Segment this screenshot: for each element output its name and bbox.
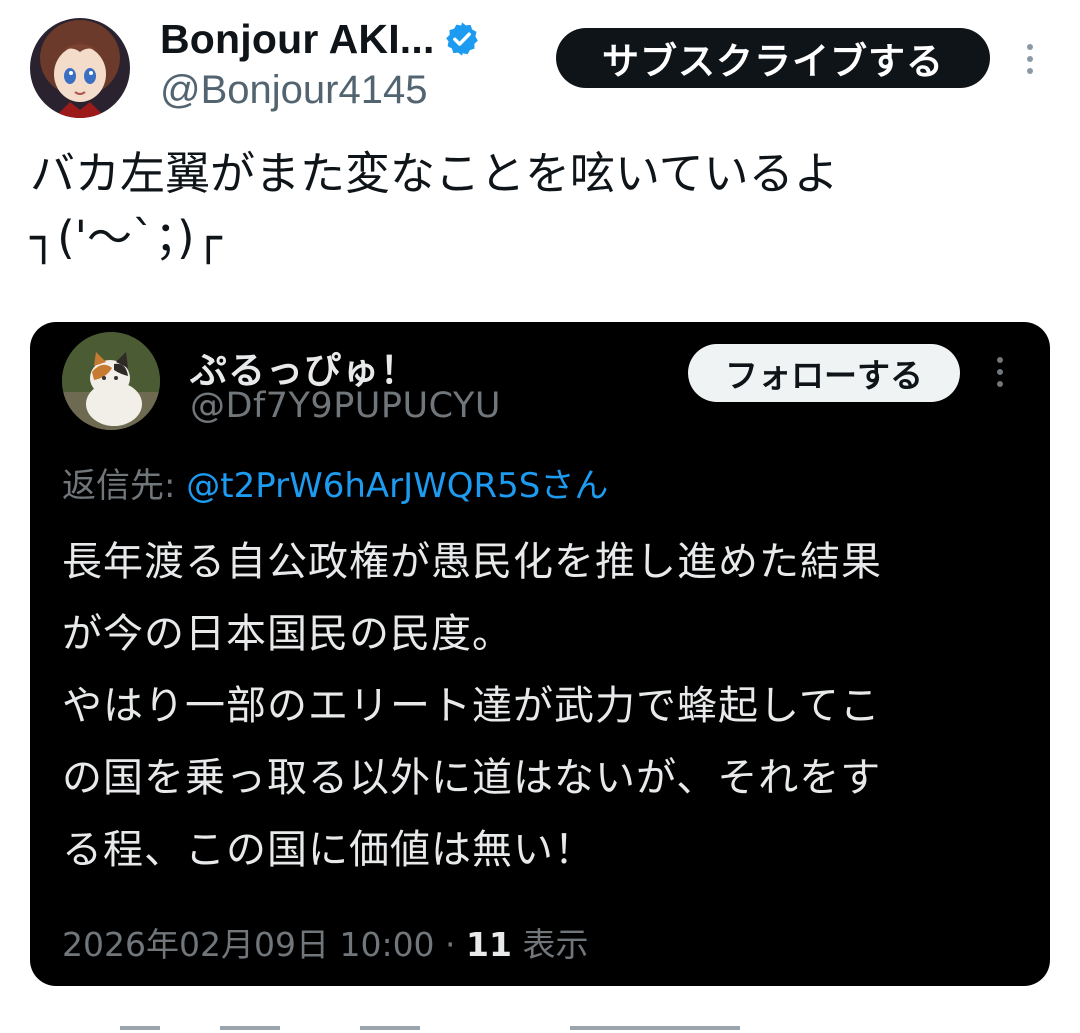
author-display-name[interactable]: Bonjour AKI...	[160, 16, 435, 63]
more-vertical-icon[interactable]	[1018, 40, 1042, 80]
author-handle[interactable]: @Bonjour4145	[160, 68, 481, 113]
tweet-text: バカ左翼がまた変なことを呟いているよ ┐('〜`；)┌	[30, 147, 839, 264]
avatar-image	[30, 18, 130, 118]
reply-context: 返信先: @t2PrW6hArJWQR5Sさん	[62, 458, 608, 507]
author-avatar[interactable]	[30, 18, 130, 118]
quoted-post-meta: 2026年02月09日 10:00 · 11 表示	[62, 918, 588, 966]
quoted-author-avatar[interactable]	[62, 332, 160, 430]
quoted-more-vertical-icon[interactable]	[990, 354, 1010, 390]
quoted-post-card[interactable]: ぷるっぴゅ！ @Df7Y9PUPUCYU フォローする 返信先: @t2PrW6…	[30, 322, 1050, 986]
author-name-block: Bonjour AKI... @Bonjour4145	[160, 14, 481, 113]
subscribe-button[interactable]: サブスクライブする	[556, 28, 990, 88]
footer-cutoff	[30, 1018, 1050, 1033]
footer-cutoff-glyphs	[120, 1026, 740, 1030]
cat-avatar-image	[62, 332, 160, 430]
quoted-timestamp[interactable]: 2026年02月09日 10:00 ·	[62, 925, 466, 964]
quoted-handle[interactable]: @Df7Y9PUPUCYU	[190, 386, 501, 426]
reply-target-link[interactable]: @t2PrW6hArJWQR5Sさん	[186, 466, 608, 506]
verified-badge-icon[interactable]	[443, 20, 481, 58]
views-label: 表示	[511, 925, 589, 964]
reply-prefix: 返信先:	[62, 466, 187, 506]
views-count: 11	[466, 925, 512, 964]
follow-button[interactable]: フォローする	[688, 344, 960, 402]
display-name-row: Bonjour AKI...	[160, 14, 481, 64]
quoted-post-text: 長年渡る自公政権が愚民化を推し進めた結果 が今の日本国民の民度。 やはり一部のエ…	[62, 539, 882, 873]
